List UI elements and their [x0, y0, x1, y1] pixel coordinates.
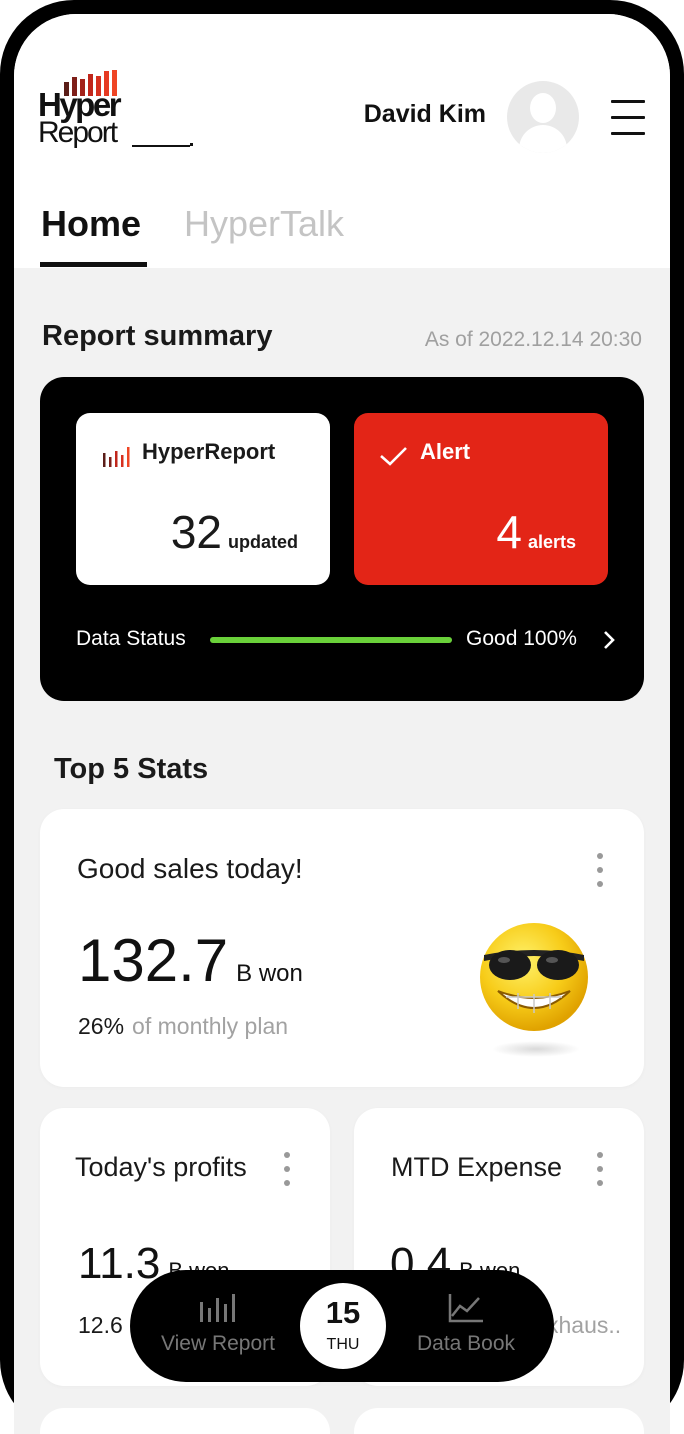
avatar[interactable] — [507, 81, 579, 153]
avatar-body — [519, 125, 567, 153]
app-screen: Hyper Report David Kim Home HyperTalk Re… — [14, 14, 670, 1434]
hyperreport-tile[interactable]: HyperReport 32 updated — [76, 413, 330, 585]
chevron-right-icon[interactable] — [598, 629, 620, 651]
avatar-head — [530, 93, 556, 123]
active-tab-indicator — [40, 262, 147, 267]
monthly-plan-percent: 26% — [78, 1013, 125, 1039]
mtd-expense-title: MTD Expense — [391, 1152, 563, 1182]
data-status-value: Good 100% — [466, 627, 577, 650]
more-options-icon[interactable] — [282, 1152, 292, 1186]
nav-data-book-label: Data Book — [416, 1332, 516, 1355]
as-of-timestamp: As of 2022.12.14 20:30 — [424, 328, 642, 351]
more-options-icon[interactable] — [595, 1152, 605, 1186]
bar-chart-icon — [103, 447, 130, 467]
date-weekday: THU — [326, 1336, 360, 1353]
tab-home[interactable]: Home — [41, 206, 141, 242]
hyperreport-count: 32 updated — [171, 509, 298, 555]
todays-profits-sub: 12.6 — [78, 1312, 123, 1338]
alert-tile[interactable]: Alert 4 alerts — [354, 413, 608, 585]
logo-underline — [132, 145, 190, 147]
app-header: Hyper Report David Kim Home HyperTalk — [14, 14, 670, 268]
stat-card-next-right[interactable] — [354, 1408, 644, 1434]
hyperreport-value: 32 — [170, 506, 222, 558]
data-status-label: Data Status — [76, 627, 186, 650]
date-day: 15 — [325, 1295, 361, 1330]
hyperreport-unit: updated — [228, 532, 298, 552]
good-sales-title: Good sales today! — [77, 853, 303, 884]
alert-unit: alerts — [527, 532, 576, 552]
report-summary-card: HyperReport 32 updated Alert 4 alerts Data… — [40, 377, 644, 701]
sunglasses-grin-emoji-icon — [480, 923, 588, 1057]
bottom-navigation-bar: View Report 15 THU Data Book — [130, 1270, 554, 1382]
stat-card-next-left[interactable] — [40, 1408, 330, 1434]
top-stats-title: Top 5 Stats — [54, 753, 209, 785]
profits-amount: 11.3 — [78, 1239, 161, 1288]
todays-profits-title: Today's profits — [75, 1152, 247, 1182]
nav-view-report-label: View Report — [160, 1332, 275, 1355]
logo-text-report: Report — [38, 116, 118, 149]
sales-amount: 132.7 — [78, 927, 229, 994]
alert-label: Alert — [420, 439, 471, 464]
check-icon — [380, 447, 407, 466]
line-chart-icon — [448, 1294, 483, 1323]
today-date-button[interactable]: 15 THU — [300, 1283, 386, 1369]
alert-count: 4 alerts — [496, 509, 576, 555]
more-options-icon[interactable] — [595, 853, 605, 887]
tab-hypertalk[interactable]: HyperTalk — [184, 206, 344, 242]
data-status-progress-fill — [210, 637, 452, 643]
sales-unit: B won — [236, 960, 303, 987]
report-summary-title: Report summary — [42, 320, 273, 352]
user-name: David Kim — [363, 100, 486, 128]
nav-data-book[interactable]: Data Book — [396, 1292, 536, 1372]
hamburger-menu-icon[interactable] — [608, 100, 648, 136]
data-status-progress — [210, 637, 452, 643]
bar-chart-icon — [200, 1294, 235, 1322]
monthly-plan-label: of monthly plan — [132, 1013, 289, 1039]
hyperreport-label: HyperReport — [142, 439, 276, 464]
nav-view-report[interactable]: View Report — [148, 1292, 288, 1372]
good-sales-card[interactable]: Good sales today! 132.7 B won 26% of month… — [40, 809, 644, 1087]
good-sales-value: 132.7 B won — [78, 931, 303, 991]
logo-dot — [190, 143, 193, 146]
hyperreport-logo[interactable]: Hyper Report — [38, 70, 198, 154]
alert-value: 4 — [496, 506, 522, 558]
mtd-expense-sub: xhaus.. — [547, 1312, 622, 1338]
phone-frame: Hyper Report David Kim Home HyperTalk Re… — [0, 0, 684, 1434]
monthly-plan-progress: 26% of monthly plan — [78, 1013, 288, 1040]
